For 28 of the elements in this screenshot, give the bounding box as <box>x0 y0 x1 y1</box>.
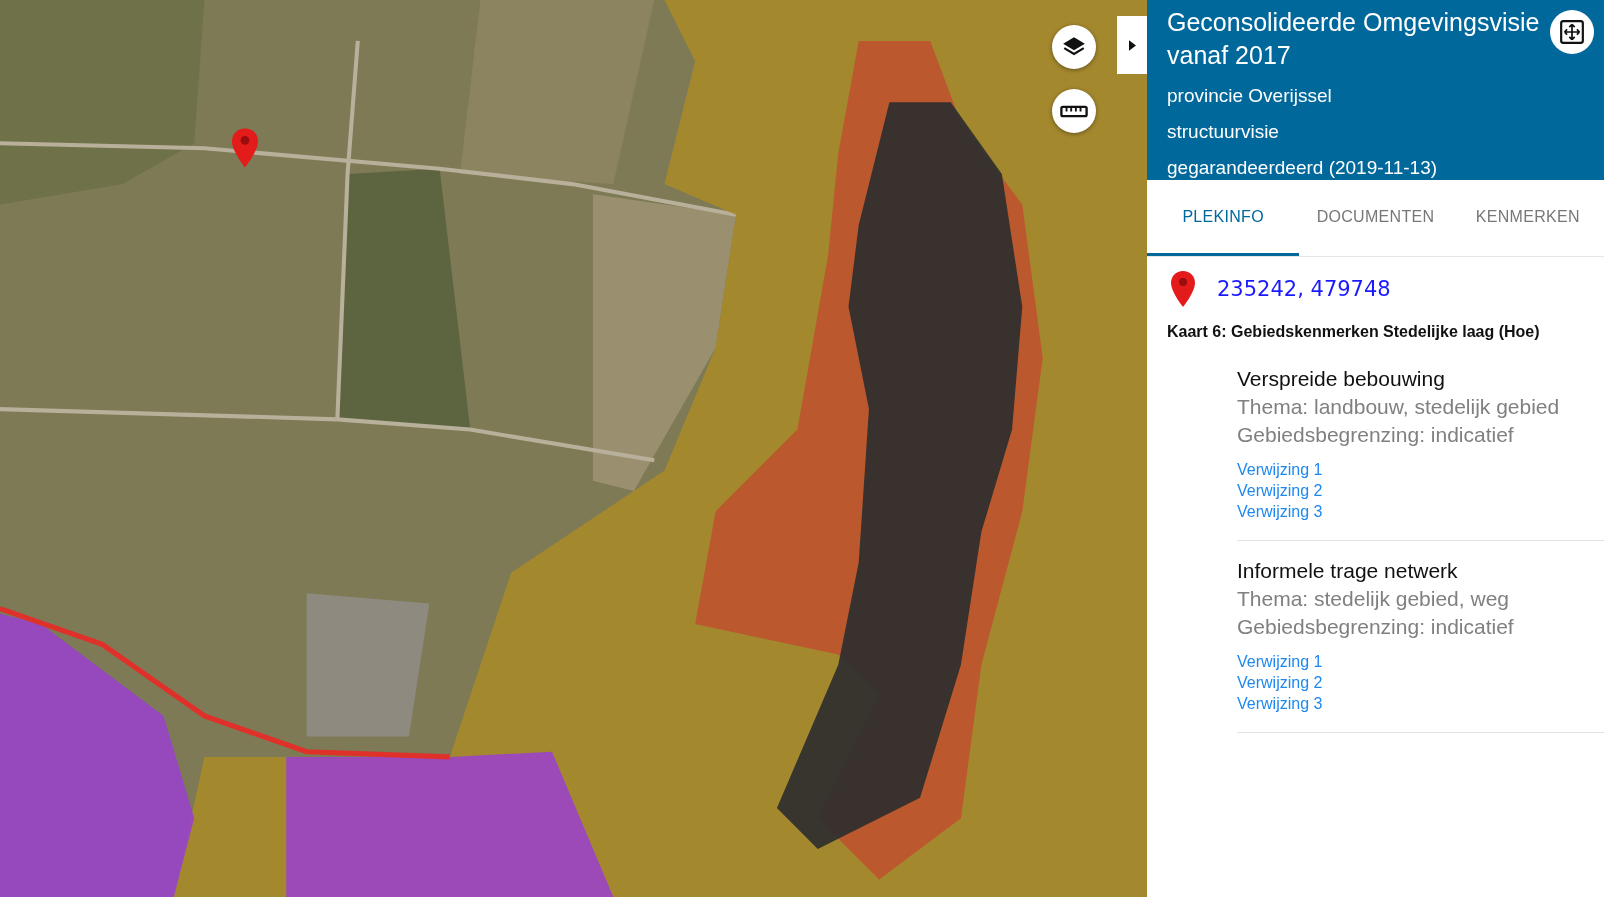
reference-link[interactable]: Verwijzing 3 <box>1237 693 1323 714</box>
feature-theme: Thema: stedelijk gebied, weg <box>1237 586 1510 612</box>
feature-boundary: Gebiedsbegrenzing: indicatief <box>1237 614 1515 640</box>
panel-tab[interactable]: KENMERKEN <box>1451 180 1604 256</box>
ruler-icon <box>1060 103 1088 119</box>
panel-tab[interactable]: DOCUMENTEN <box>1299 180 1452 256</box>
feature-name: Verspreide bebouwing <box>1237 366 1446 392</box>
caret-icon <box>1128 39 1136 51</box>
reference-link[interactable]: Verwijzing 1 <box>1237 459 1323 480</box>
plan-detail: gegarandeerdeerd (2019-11-13) <box>1167 156 1439 180</box>
reference-link[interactable]: Verwijzing 1 <box>1237 651 1323 672</box>
feature-name: Informele trage netwerk <box>1237 558 1459 584</box>
plan-detail: provincie Overijssel <box>1167 84 1333 108</box>
collapse-panel-button[interactable] <box>1117 16 1147 74</box>
feature-theme: Thema: landbouw, stedelijk gebied <box>1237 394 1561 420</box>
location-pin-icon <box>1171 271 1195 307</box>
coordinates-link[interactable]: 235242, 479748 <box>1217 277 1391 301</box>
reference-link[interactable]: Verwijzing 2 <box>1237 480 1323 501</box>
plan-detail: structuurvisie <box>1167 120 1280 144</box>
panel-tab[interactable]: PLEKINFO <box>1147 180 1300 256</box>
fullscreen-button[interactable] <box>1550 10 1594 54</box>
feature-boundary: Gebiedsbegrenzing: indicatief <box>1237 422 1515 448</box>
reference-link[interactable]: Verwijzing 2 <box>1237 672 1323 693</box>
plan-title: Geconsolideerde Omgevingsvisie vanaf 2017 <box>1167 7 1541 71</box>
reference-link[interactable]: Verwijzing 3 <box>1237 501 1323 522</box>
fullscreen-icon <box>1559 19 1585 45</box>
map-pin-icon[interactable] <box>232 128 258 168</box>
map-layer-title: Kaart 6: Gebiedskenmerken Stedelijke laag (Hoe) <box>1166 322 1541 342</box>
